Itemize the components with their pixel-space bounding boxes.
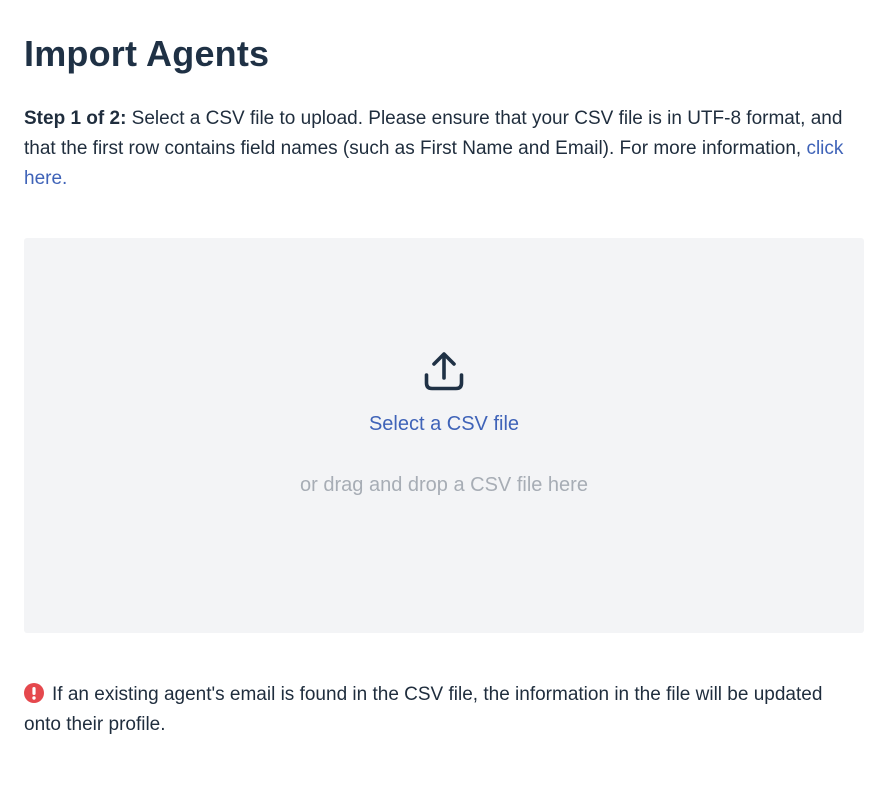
update-notice-text: If an existing agent's email is found in… bbox=[24, 684, 823, 735]
drag-drop-hint: or drag and drop a CSV file here bbox=[300, 474, 588, 496]
update-notice: If an existing agent's email is found in… bbox=[24, 680, 864, 740]
select-csv-file-button[interactable]: Select a CSV file bbox=[24, 409, 864, 439]
step-instructions: Step 1 of 2: Select a CSV file to upload… bbox=[24, 104, 864, 194]
step-label: Step 1 of 2: bbox=[24, 108, 127, 129]
upload-icon[interactable] bbox=[423, 350, 465, 392]
alert-circle-icon bbox=[24, 683, 44, 703]
page-title: Import Agents bbox=[24, 33, 270, 74]
csv-dropzone[interactable]: Select a CSV file or drag and drop a CSV… bbox=[24, 238, 864, 633]
step-instructions-text: Select a CSV file to upload. Please ensu… bbox=[24, 108, 843, 159]
